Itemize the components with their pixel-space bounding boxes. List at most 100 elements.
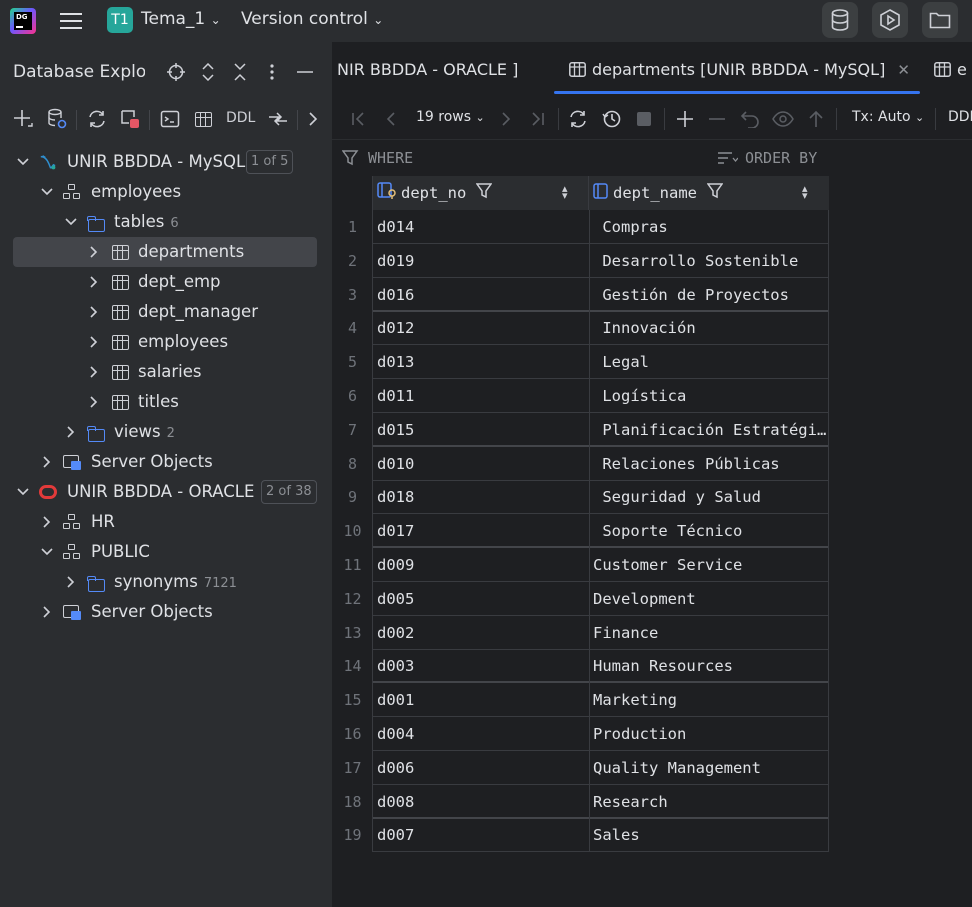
cell-dept-no[interactable]: d011: [377, 379, 414, 413]
table-row[interactable]: 2 d019 Desarrollo Sostenible: [333, 243, 829, 278]
cell-dept-name[interactable]: Innovación: [589, 311, 829, 346]
cell-dept-no[interactable]: d019: [377, 244, 414, 278]
run-services-button[interactable]: [872, 2, 908, 38]
chevron-down-icon[interactable]: [39, 184, 55, 200]
close-icon[interactable]: ✕: [897, 61, 910, 79]
cell-dept-name[interactable]: Legal: [589, 345, 829, 380]
ddl-button[interactable]: DDL: [226, 110, 255, 126]
column-header-dept-name[interactable]: dept_name: [593, 176, 724, 210]
table-row[interactable]: 6 d011 Logística: [333, 379, 829, 413]
ddl-button[interactable]: DDL: [948, 109, 972, 125]
cell-dept-no[interactable]: d009: [377, 548, 414, 582]
table-row[interactable]: 18 d008 Research: [333, 784, 829, 819]
tab-oracle[interactable]: NIR BBDDA - ORACLE ]: [337, 60, 518, 79]
tree-node-table-dept-manager[interactable]: dept_manager: [0, 297, 332, 327]
cell-dept-no[interactable]: d018: [377, 480, 414, 514]
tab-next[interactable]: e: [934, 60, 967, 81]
cell-dept-name[interactable]: Marketing: [589, 683, 829, 718]
jump-to-source-icon[interactable]: [266, 107, 290, 131]
cell-dept-no[interactable]: d015: [377, 413, 414, 447]
project-switcher[interactable]: Tema_1 ⌄: [141, 9, 221, 29]
locate-icon[interactable]: [165, 61, 187, 83]
cell-dept-no[interactable]: d010: [377, 447, 414, 481]
cell-dept-name[interactable]: Compras: [589, 210, 829, 244]
column-header-dept-no[interactable]: dept_no: [377, 176, 493, 210]
tree-node-server-objects[interactable]: Server Objects: [0, 597, 332, 627]
chevron-right-icon[interactable]: [301, 107, 325, 131]
history-icon[interactable]: [600, 107, 624, 131]
preview-changes-icon[interactable]: [771, 107, 795, 131]
column-filter-icon[interactable]: [475, 183, 493, 203]
refresh-icon[interactable]: [85, 107, 109, 131]
collapse-all-icon[interactable]: [229, 61, 251, 83]
table-row[interactable]: 15 d001 Marketing: [333, 683, 829, 718]
order-by-input[interactable]: ORDER BY: [745, 149, 817, 167]
chevron-right-icon[interactable]: [86, 334, 102, 350]
cell-dept-no[interactable]: d006: [377, 751, 414, 785]
table-row[interactable]: 17 d006 Quality Management: [333, 750, 829, 785]
table-row[interactable]: 4 d012 Innovación: [333, 311, 829, 346]
cell-dept-name[interactable]: Customer Service: [589, 548, 829, 582]
cell-dept-no[interactable]: d003: [377, 649, 414, 683]
cell-dept-name[interactable]: Planificación Estratégica: [589, 412, 829, 447]
reload-icon[interactable]: [566, 107, 590, 131]
tree-node-views-folder[interactable]: views 2: [0, 417, 332, 447]
tree-node-mysql-datasource[interactable]: UNIR BBDDA - MySQL 1 of 5: [0, 147, 332, 177]
next-page-icon[interactable]: [494, 107, 518, 131]
chevron-right-icon[interactable]: [39, 514, 55, 530]
tree-node-schema-hr[interactable]: HR: [0, 507, 332, 537]
cell-dept-no[interactable]: d016: [377, 278, 414, 312]
chevron-right-icon[interactable]: [86, 274, 102, 290]
tree-node-table-employees[interactable]: employees: [0, 327, 332, 357]
where-filter-input[interactable]: WHERE: [368, 149, 413, 167]
cell-dept-no[interactable]: d014: [377, 210, 414, 244]
cell-dept-name[interactable]: Seguridad y Salud: [589, 480, 829, 515]
cell-dept-name[interactable]: Production: [589, 717, 829, 751]
cell-dept-no[interactable]: d017: [377, 514, 414, 548]
table-row[interactable]: 3 d016 Gestión de Proyectos: [333, 277, 829, 312]
cell-dept-name[interactable]: Gestión de Proyectos: [589, 277, 829, 312]
table-row[interactable]: 8 d010 Relaciones Públicas: [333, 446, 829, 481]
chevron-down-icon[interactable]: [39, 544, 55, 560]
chevron-right-icon[interactable]: [86, 304, 102, 320]
console-icon[interactable]: [158, 107, 182, 131]
tree-node-synonyms-folder[interactable]: synonyms 7121: [0, 567, 332, 597]
table-row[interactable]: 13 d002 Finance: [333, 615, 829, 650]
chevron-down-icon[interactable]: [15, 484, 31, 500]
table-icon[interactable]: [191, 107, 215, 131]
cell-dept-no[interactable]: d007: [377, 818, 414, 852]
tree-node-server-objects[interactable]: Server Objects: [0, 447, 332, 477]
table-row[interactable]: 16 d004 Production: [333, 717, 829, 751]
chevron-right-icon[interactable]: [63, 424, 79, 440]
chevron-down-icon[interactable]: [15, 154, 31, 170]
table-row[interactable]: 12 d005 Development: [333, 581, 829, 616]
first-page-icon[interactable]: [346, 107, 370, 131]
tree-node-tables-folder[interactable]: tables 6: [0, 207, 332, 237]
cell-dept-name[interactable]: Logística: [589, 379, 829, 413]
cell-dept-no[interactable]: d008: [377, 785, 414, 819]
table-row[interactable]: 14 d003 Human Resources: [333, 649, 829, 684]
column-filter-icon[interactable]: [706, 183, 724, 203]
tree-node-table-departments[interactable]: departments: [0, 237, 332, 267]
cell-dept-name[interactable]: Research: [589, 784, 829, 819]
chevron-right-icon[interactable]: [39, 454, 55, 470]
tree-node-schema-public[interactable]: PUBLIC: [0, 537, 332, 567]
table-row[interactable]: 1 d014 Compras: [333, 210, 829, 244]
cell-dept-no[interactable]: d012: [377, 311, 414, 345]
tree-node-table-titles[interactable]: titles: [0, 387, 332, 417]
previous-page-icon[interactable]: [379, 107, 403, 131]
cell-dept-no[interactable]: d005: [377, 582, 414, 616]
cell-dept-name[interactable]: Desarrollo Sostenible: [589, 243, 829, 278]
table-row[interactable]: 11 d009 Customer Service: [333, 548, 829, 582]
rows-count-dropdown[interactable]: 19 rows ⌄: [416, 109, 485, 125]
tree-node-table-salaries[interactable]: salaries: [0, 357, 332, 387]
chevron-right-icon[interactable]: [63, 574, 79, 590]
tree-node-table-dept-emp[interactable]: dept_emp: [0, 267, 332, 297]
cell-dept-name[interactable]: Relaciones Públicas: [589, 446, 829, 481]
cell-dept-no[interactable]: d002: [377, 616, 414, 650]
revert-icon[interactable]: [738, 107, 762, 131]
chevron-right-icon[interactable]: [39, 604, 55, 620]
cell-dept-name[interactable]: Finance: [589, 615, 829, 650]
tree-node-oracle-datasource[interactable]: UNIR BBDDA - ORACLE 2 of 38: [0, 477, 332, 507]
datagrip-logo-icon[interactable]: DG: [10, 8, 36, 34]
